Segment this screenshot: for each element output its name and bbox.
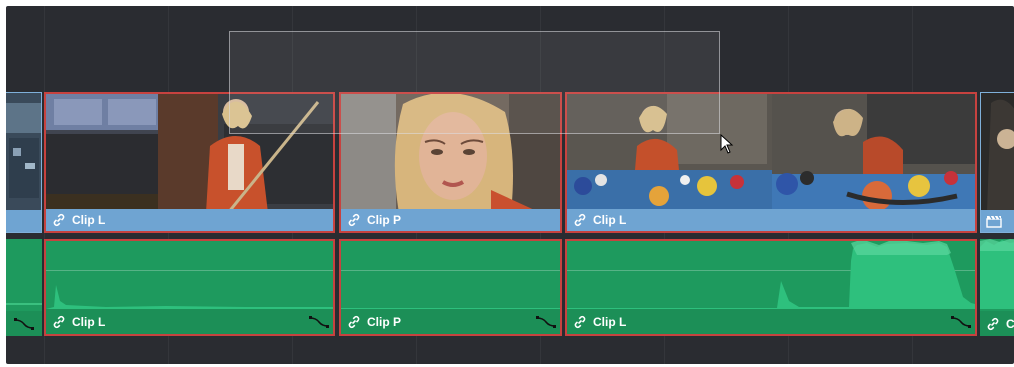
audio-clip[interactable]: Clip L — [44, 239, 335, 336]
audio-clip-edge-right[interactable]: C — [980, 239, 1014, 336]
audio-clip[interactable]: Clip L — [565, 239, 977, 336]
fade-curve-icon[interactable] — [309, 313, 329, 331]
audio-clip-edge-left[interactable] — [6, 239, 42, 336]
link-icon — [348, 213, 360, 227]
clip-thumbnail — [6, 93, 41, 210]
audio-waveform — [6, 239, 42, 309]
video-clip-edge-left[interactable] — [6, 92, 42, 233]
clip-thumbnail — [981, 93, 1014, 210]
clip-name: C — [1006, 316, 1014, 331]
clip-label-bar — [6, 210, 41, 232]
audio-waveform — [341, 241, 560, 311]
audio-waveform — [567, 241, 975, 311]
audio-waveform — [980, 239, 1014, 309]
clip-label-bar: C — [980, 311, 1014, 336]
audio-clip[interactable]: Clip P — [339, 239, 562, 336]
clip-label-bar — [981, 210, 1014, 232]
clip-label-bar: Clip L — [567, 309, 975, 334]
marquee-selection — [229, 31, 720, 134]
clip-label-bar: Clip L — [46, 209, 333, 231]
timeline[interactable]: Clip L Clip P Clip L Clip L Clip P Clip … — [6, 6, 1014, 364]
link-icon — [53, 315, 65, 328]
link-icon — [574, 315, 586, 328]
link-icon — [53, 213, 65, 227]
arrow-cursor-icon — [720, 134, 734, 154]
fade-curve-icon[interactable] — [951, 313, 971, 331]
audio-waveform — [46, 241, 333, 311]
clip-label-bar: Clip P — [341, 209, 560, 231]
clip-label-bar: Clip L — [46, 309, 333, 334]
link-icon — [348, 315, 360, 328]
clip-name: Clip L — [593, 213, 627, 227]
fade-curve-icon — [14, 317, 34, 330]
link-icon — [574, 213, 586, 227]
clip-label-bar: Clip L — [567, 209, 975, 231]
clip-label-bar: Clip P — [341, 309, 560, 334]
video-clip-edge-right[interactable] — [980, 92, 1014, 233]
link-icon — [987, 317, 999, 330]
clip-name: Clip L — [72, 213, 106, 227]
clapperboard-icon — [986, 215, 1002, 228]
clip-name: Clip L — [593, 314, 627, 329]
clip-name: Clip P — [367, 213, 402, 227]
clip-name: Clip P — [367, 314, 402, 329]
fade-curve-icon[interactable] — [536, 313, 556, 331]
clip-name: Clip L — [72, 314, 106, 329]
clip-label-bar — [6, 311, 42, 336]
